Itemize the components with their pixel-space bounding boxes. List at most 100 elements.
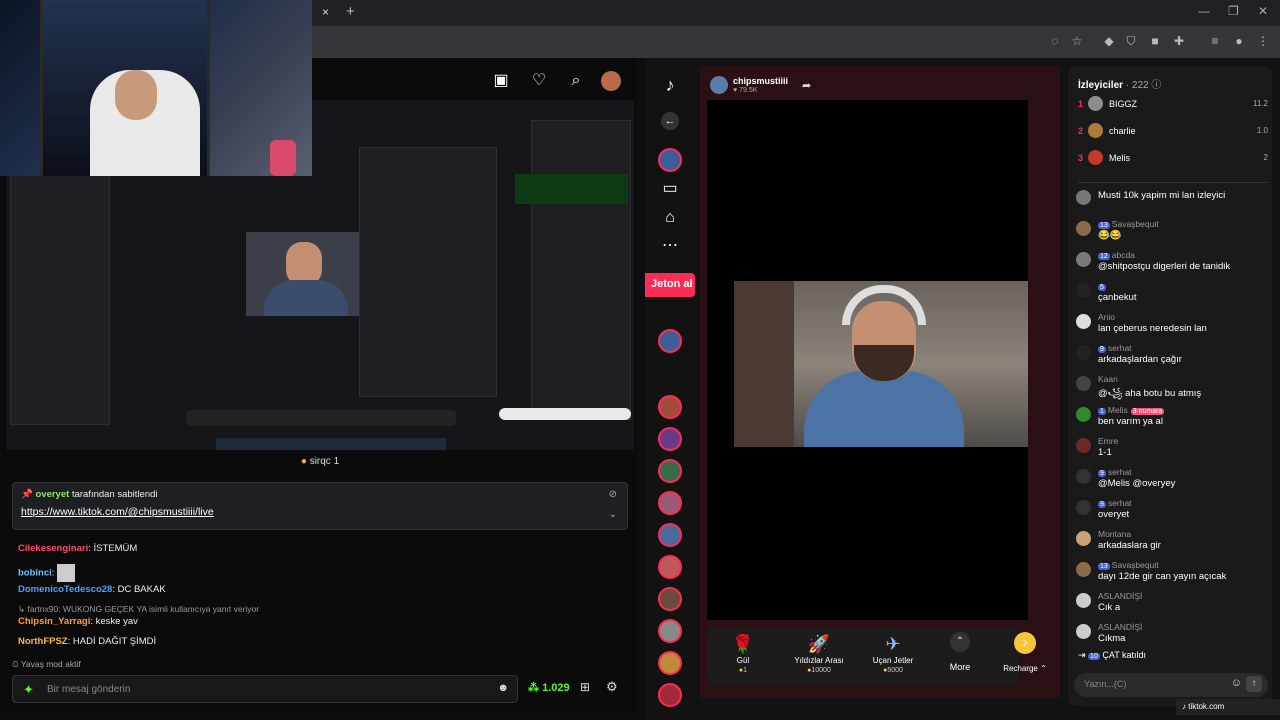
chat-user[interactable]: bobinci xyxy=(18,568,52,579)
share-icon[interactable]: ➦ xyxy=(802,79,811,92)
commenter-name[interactable]: serhat xyxy=(1108,467,1132,477)
commenter-avatar[interactable] xyxy=(1076,562,1091,577)
live-avatar[interactable] xyxy=(658,148,682,172)
minimize-icon[interactable]: — xyxy=(1198,4,1210,18)
extension-icon-2[interactable]: ■ xyxy=(1148,34,1162,48)
more-dots-icon[interactable]: ⋯ xyxy=(659,235,681,257)
extension-icon[interactable]: ◆ xyxy=(1102,34,1116,48)
emoji-icon[interactable]: ☻ xyxy=(497,682,509,694)
commenter-name[interactable]: serhat xyxy=(1108,498,1132,508)
commenter-name[interactable]: Savaşbequit xyxy=(1112,219,1159,229)
chat-input[interactable]: ✦ Bir mesaj gönderin ☻ xyxy=(12,675,518,703)
points-value: 1.029 xyxy=(542,682,570,694)
commenter-avatar[interactable] xyxy=(1076,624,1091,639)
chat-user[interactable]: Chipsin_Yarragi xyxy=(18,616,90,627)
live-avatar[interactable] xyxy=(658,395,682,419)
commenter-name[interactable]: abcda xyxy=(1112,250,1135,260)
commenter-name[interactable]: ASLANDİŞİ xyxy=(1098,591,1142,601)
commenter-name[interactable]: Melis xyxy=(1108,405,1128,415)
search-icon[interactable]: ⌕ xyxy=(567,72,585,90)
live-avatar[interactable] xyxy=(658,651,682,675)
host-avatar[interactable] xyxy=(710,76,728,94)
commenter-avatar[interactable] xyxy=(1076,252,1091,267)
live-avatar[interactable] xyxy=(658,587,682,611)
commenter-avatar[interactable] xyxy=(1076,221,1091,236)
unpin-icon[interactable]: ⊘ xyxy=(609,489,617,500)
tab-close-icon[interactable]: × xyxy=(322,5,336,19)
live-avatar[interactable] xyxy=(658,459,682,483)
gift-interstellar[interactable]: 🚀 Yıldızlar Arası ●10000 xyxy=(786,632,852,674)
commenter-name[interactable]: Montana xyxy=(1098,529,1131,539)
commenter-avatar[interactable] xyxy=(1076,376,1091,391)
commenter-avatar[interactable] xyxy=(1076,314,1091,329)
puzzle-icon[interactable]: ✚ xyxy=(1172,34,1186,48)
gift-jets[interactable]: ✈ Uçan Jetler ●5000 xyxy=(860,632,926,674)
live-avatar[interactable] xyxy=(658,491,682,515)
pinned-user[interactable]: overyet xyxy=(35,489,69,500)
shield-icon[interactable]: ⛉ xyxy=(1124,34,1138,48)
commenter-name[interactable]: Emre xyxy=(1098,436,1118,446)
commenter-avatar[interactable] xyxy=(1076,438,1091,453)
host-name[interactable]: chipsmustiiii xyxy=(733,76,788,86)
live-avatar[interactable] xyxy=(658,683,682,707)
clip-icon[interactable]: ▣ xyxy=(492,72,510,90)
playlist-icon[interactable]: ≡ xyxy=(1208,34,1222,48)
menu-icon[interactable]: ⋮ xyxy=(1256,34,1270,48)
tab-preview[interactable]: ♪ tiktok.com xyxy=(1176,699,1280,715)
more-gifts-button[interactable]: ⌃ More xyxy=(942,632,978,672)
live-avatar[interactable] xyxy=(658,427,682,451)
commenter-name[interactable]: ASLANDİŞİ xyxy=(1098,622,1142,632)
commenter-avatar[interactable] xyxy=(1076,407,1091,422)
comment-text: @shitpostçu digerleri de tanidik xyxy=(1098,261,1231,272)
profile-icon[interactable]: ● xyxy=(1232,34,1246,48)
info-icon[interactable]: ⓘ xyxy=(1151,80,1161,91)
commenter-avatar[interactable] xyxy=(1076,345,1091,360)
explore-icon[interactable]: ⌂ xyxy=(659,207,681,229)
commenter-avatar[interactable] xyxy=(1076,531,1091,546)
live-avatar[interactable] xyxy=(658,523,682,547)
viewer-score: 1.0 xyxy=(1256,126,1268,135)
video-icon[interactable]: ▭ xyxy=(659,178,681,200)
commenter-avatar[interactable] xyxy=(1076,469,1091,484)
chat-user[interactable]: Cilekesenginari xyxy=(18,543,88,554)
comment-header: Anio xyxy=(1098,312,1115,322)
comment-header: ASLANDİŞİ xyxy=(1098,591,1142,601)
heart-icon[interactable]: ♡ xyxy=(530,72,548,90)
avatar[interactable] xyxy=(601,71,621,91)
chevron-down-icon[interactable]: ⌄ xyxy=(609,509,617,520)
pinned-link[interactable]: https://www.tiktok.com/@chipsmustiiii/li… xyxy=(21,506,214,518)
star-icon[interactable]: ☆ xyxy=(1070,34,1084,48)
recharge-button[interactable]: ♪ Recharge ⌃ xyxy=(1000,632,1050,673)
commenter-avatar[interactable] xyxy=(1076,593,1091,608)
gift-icon[interactable]: ⊞ xyxy=(580,680,590,694)
comment-input[interactable]: Yazın...(C) ☺ ↑ xyxy=(1074,673,1268,697)
live-avatar[interactable] xyxy=(658,329,682,353)
comment-item: 9 serhat @Melis @overyey xyxy=(1076,467,1268,495)
new-tab-icon[interactable]: + xyxy=(346,3,355,20)
commenter-name[interactable]: Kaan xyxy=(1098,374,1118,384)
send-icon[interactable]: ↑ xyxy=(1246,676,1262,692)
chat-user[interactable]: NorthFPSZ xyxy=(18,636,68,647)
preview-body xyxy=(264,280,348,316)
channel-points[interactable]: ⁂ 1.029 xyxy=(528,681,570,694)
buy-coins-button[interactable]: Jeton al xyxy=(645,273,695,297)
close-window-icon[interactable]: ✕ xyxy=(1258,4,1268,18)
commenter-name[interactable]: Savaşbequit xyxy=(1112,560,1159,570)
maximize-icon[interactable]: ❐ xyxy=(1228,4,1239,18)
commenter-avatar[interactable] xyxy=(1076,283,1091,298)
settings-icon[interactable]: ⚙ xyxy=(606,679,618,695)
joined-user[interactable]: ÇAT xyxy=(1102,650,1119,660)
commenter-avatar[interactable] xyxy=(1076,500,1091,515)
tiktok-logo-icon[interactable]: ♪ xyxy=(659,74,681,96)
commenter-avatar[interactable] xyxy=(1076,190,1091,205)
eye-off-icon[interactable]: ◌ xyxy=(1048,34,1062,48)
emoji-icon[interactable]: ☺ xyxy=(1231,677,1242,689)
comment-text: dayı 12de gir can yayın açıcak xyxy=(1098,571,1227,582)
commenter-name[interactable]: Anio xyxy=(1098,312,1115,322)
back-icon[interactable]: ← xyxy=(661,112,679,130)
chat-user[interactable]: DomenicoTedesco28 xyxy=(18,584,112,595)
live-avatar[interactable] xyxy=(658,555,682,579)
live-avatar[interactable] xyxy=(658,619,682,643)
gift-rose[interactable]: 🌹 Gül ●1 xyxy=(710,632,776,674)
commenter-name[interactable]: serhat xyxy=(1108,343,1132,353)
